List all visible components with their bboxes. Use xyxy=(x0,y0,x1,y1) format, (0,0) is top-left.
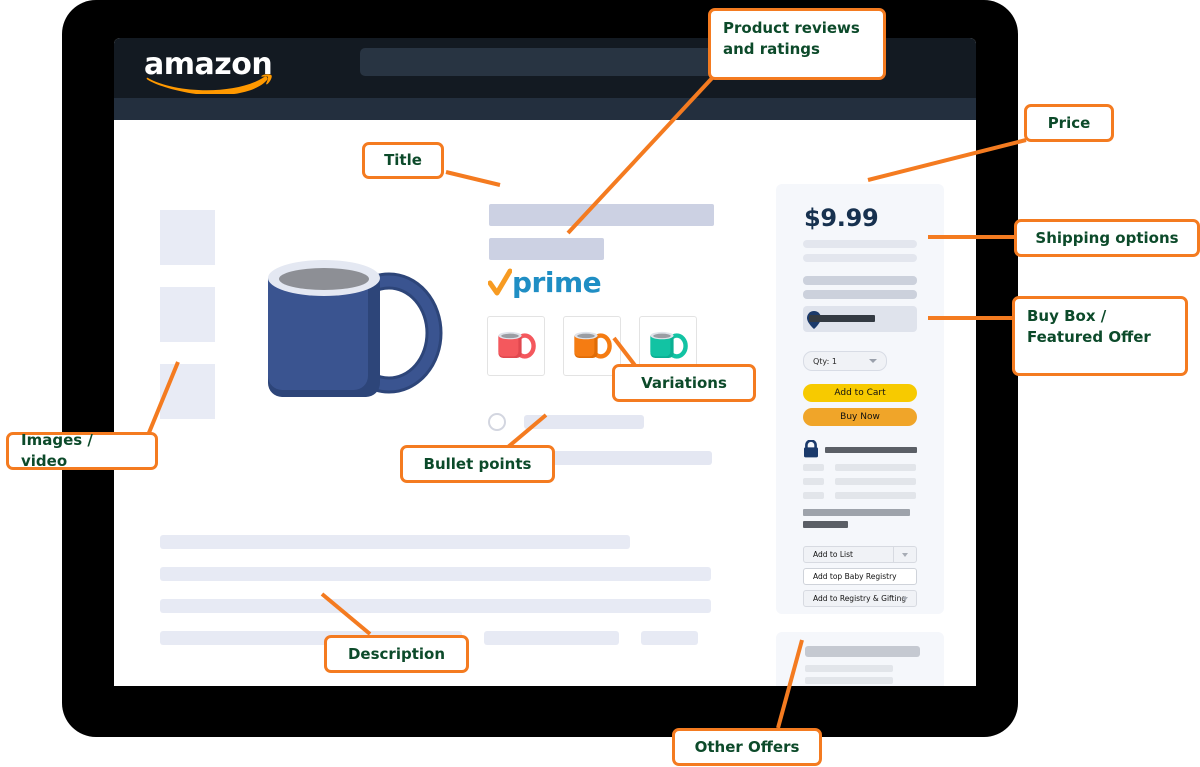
annotation-price: Price xyxy=(1024,104,1114,142)
annotation-title: Title xyxy=(362,142,444,179)
annotation-shipping-options: Shipping options xyxy=(1014,219,1200,257)
annotation-description: Description xyxy=(324,635,469,673)
annotation-images-video: Images / video xyxy=(6,431,158,470)
screenshot-stage: amazon prime $9.99 Qty: 1 Add to Cart Bu… xyxy=(0,0,1200,767)
annotation-product-reviews: Product reviews and ratings xyxy=(708,8,886,80)
annotation-buy-box: Buy Box / Featured Offer xyxy=(1012,296,1188,376)
annotation-leader-lines xyxy=(144,74,1027,729)
annotation-variations: Variations xyxy=(612,364,756,402)
annotation-other-offers: Other Offers xyxy=(672,728,822,766)
annotation-bullet-points: Bullet points xyxy=(400,445,555,483)
